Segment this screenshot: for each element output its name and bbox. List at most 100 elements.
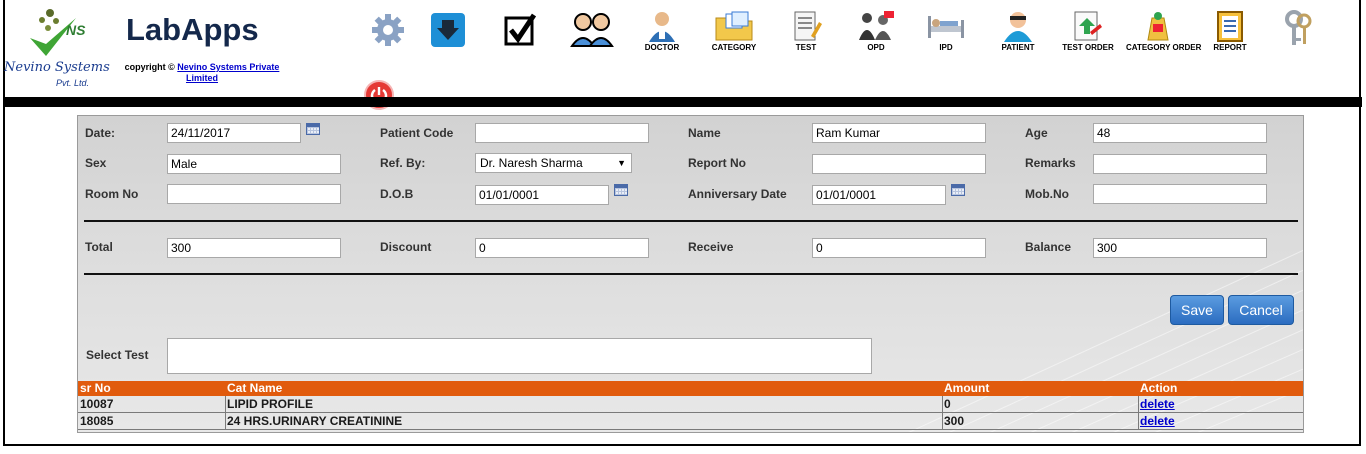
test-document-icon: [794, 11, 822, 41]
cell-cat-name: 24 HRS.URINARY CREATININE: [227, 414, 403, 428]
toolbar-label: DOCTOR: [644, 43, 680, 52]
toolbar-label: OPD: [867, 43, 885, 52]
copyright-prefix: copyright ©: [124, 62, 175, 72]
chevron-down-icon: ▼: [617, 158, 626, 168]
test-order-icon: [1074, 11, 1102, 41]
cell-sr-no: 18085: [80, 414, 114, 428]
dob-input[interactable]: [475, 185, 609, 205]
opd-icon: [859, 11, 894, 40]
select-test-label: Select Test: [86, 348, 149, 362]
toolbar-ipd-button[interactable]: IPD: [914, 10, 978, 52]
column-header-cat-name: Cat Name: [227, 381, 283, 395]
column-divider: [942, 396, 943, 412]
column-divider: [1138, 413, 1139, 429]
cell-amount: 0: [944, 397, 951, 411]
refby-select[interactable]: Dr. Naresh Sharma ▼: [475, 153, 632, 173]
cell-amount: 300: [944, 414, 965, 428]
delete-link[interactable]: delete: [1140, 397, 1175, 411]
remarks-label: Remarks: [1025, 156, 1076, 170]
toolbar-label: PATIENT: [1001, 43, 1035, 52]
discount-input[interactable]: [475, 238, 649, 258]
gear-icon: [372, 14, 404, 46]
toolbar-category-button[interactable]: CATEGORY: [702, 10, 766, 52]
mobno-input[interactable]: [1093, 184, 1267, 204]
patient-icon: [1004, 12, 1032, 42]
balance-input[interactable]: [1093, 238, 1267, 258]
total-input[interactable]: [167, 238, 341, 258]
toolbar-label: IPD: [939, 43, 953, 52]
receive-input[interactable]: [812, 238, 986, 258]
hospital-bed-icon: [928, 16, 964, 38]
discount-label: Discount: [380, 240, 432, 254]
column-header-action: Action: [1140, 381, 1178, 395]
toolbar-checklist-button[interactable]: [488, 10, 552, 51]
anniversary-label: Anniversary Date: [688, 187, 787, 201]
folder-icon: [715, 11, 753, 41]
toolbar-report-button[interactable]: REPORT: [1198, 10, 1262, 52]
toolbar-doctor-button[interactable]: DOCTOR: [630, 10, 694, 52]
column-header-amount: Amount: [944, 381, 990, 395]
patient-code-label: Patient Code: [380, 126, 454, 140]
toolbar-users-button[interactable]: [560, 10, 624, 51]
select-test-input[interactable]: [167, 338, 872, 374]
copyright-notice: copyright © Nevino Systems Private Limit…: [112, 62, 292, 84]
keys-icon: [1285, 10, 1312, 45]
download-box-icon: [431, 13, 465, 47]
sex-input[interactable]: [167, 154, 341, 174]
mobno-label: Mob.No: [1025, 187, 1069, 201]
column-divider: [1138, 396, 1139, 412]
report-no-label: Report No: [688, 156, 746, 170]
toolbar-category-order-button[interactable]: CATEGORY ORDER: [1126, 10, 1202, 52]
date-calendar-icon[interactable]: [306, 123, 320, 135]
age-input[interactable]: [1093, 123, 1267, 143]
toolbar-label: CATEGORY ORDER: [1126, 43, 1202, 52]
anniversary-calendar-icon[interactable]: [951, 184, 965, 196]
toolbar-patient-button[interactable]: PATIENT: [986, 10, 1050, 52]
receive-label: Receive: [688, 240, 734, 254]
patient-code-input[interactable]: [475, 123, 649, 143]
toolbar-opd-button[interactable]: OPD: [844, 10, 908, 52]
toolbar-label: REPORT: [1213, 43, 1247, 52]
date-label: Date:: [85, 126, 116, 140]
anniversary-input[interactable]: [812, 185, 946, 205]
age-label: Age: [1025, 126, 1048, 140]
section-divider: [84, 220, 1298, 222]
room-no-label: Room No: [85, 187, 139, 201]
section-divider: [84, 273, 1298, 275]
column-divider: [225, 413, 226, 429]
name-label: Name: [688, 126, 721, 140]
users-icon: [570, 13, 614, 47]
dob-calendar-icon[interactable]: [614, 184, 628, 196]
category-order-icon: [1147, 12, 1169, 41]
toolbar-label: CATEGORY: [711, 43, 757, 52]
refby-selected-value: Dr. Naresh Sharma: [480, 156, 583, 170]
balance-label: Balance: [1025, 240, 1072, 254]
name-input[interactable]: [812, 123, 986, 143]
doctor-icon: [649, 12, 675, 42]
delete-link[interactable]: delete: [1140, 414, 1175, 428]
table-header-row: sr No Cat Name Amount Action: [78, 381, 1303, 396]
refby-label: Ref. By:: [380, 156, 426, 170]
table-row: 10087 LIPID PROFILE 0 delete: [78, 396, 1303, 413]
report-no-input[interactable]: [812, 154, 986, 174]
logo-company-text: Nevino Systems: [4, 60, 110, 75]
toolbar-keys-button[interactable]: [1266, 10, 1330, 51]
toolbar-test-button[interactable]: TEST: [774, 10, 838, 52]
copyright-link[interactable]: Nevino Systems Private Limited: [177, 62, 279, 83]
toolbar-label: TEST ORDER: [1062, 43, 1114, 52]
toolbar-settings-button[interactable]: [356, 10, 420, 51]
sex-label: Sex: [85, 156, 107, 170]
date-input[interactable]: [167, 123, 301, 143]
save-button[interactable]: Save: [1170, 295, 1224, 325]
cancel-button[interactable]: Cancel: [1228, 295, 1294, 325]
checkbox-icon: [504, 13, 537, 46]
remarks-input[interactable]: [1093, 154, 1267, 174]
column-header-sr-no: sr No: [80, 381, 111, 395]
toolbar-test-order-button[interactable]: TEST ORDER: [1056, 10, 1120, 52]
toolbar-import-button[interactable]: [416, 10, 480, 51]
patient-form-panel: Date: Patient Code Name Age Sex Ref. By:…: [77, 115, 1304, 433]
table-row: 18085 24 HRS.URINARY CREATININE 300 dele…: [78, 413, 1303, 430]
report-icon: [1217, 11, 1243, 42]
room-no-input[interactable]: [167, 184, 341, 204]
toolbar-label: TEST: [795, 43, 817, 52]
